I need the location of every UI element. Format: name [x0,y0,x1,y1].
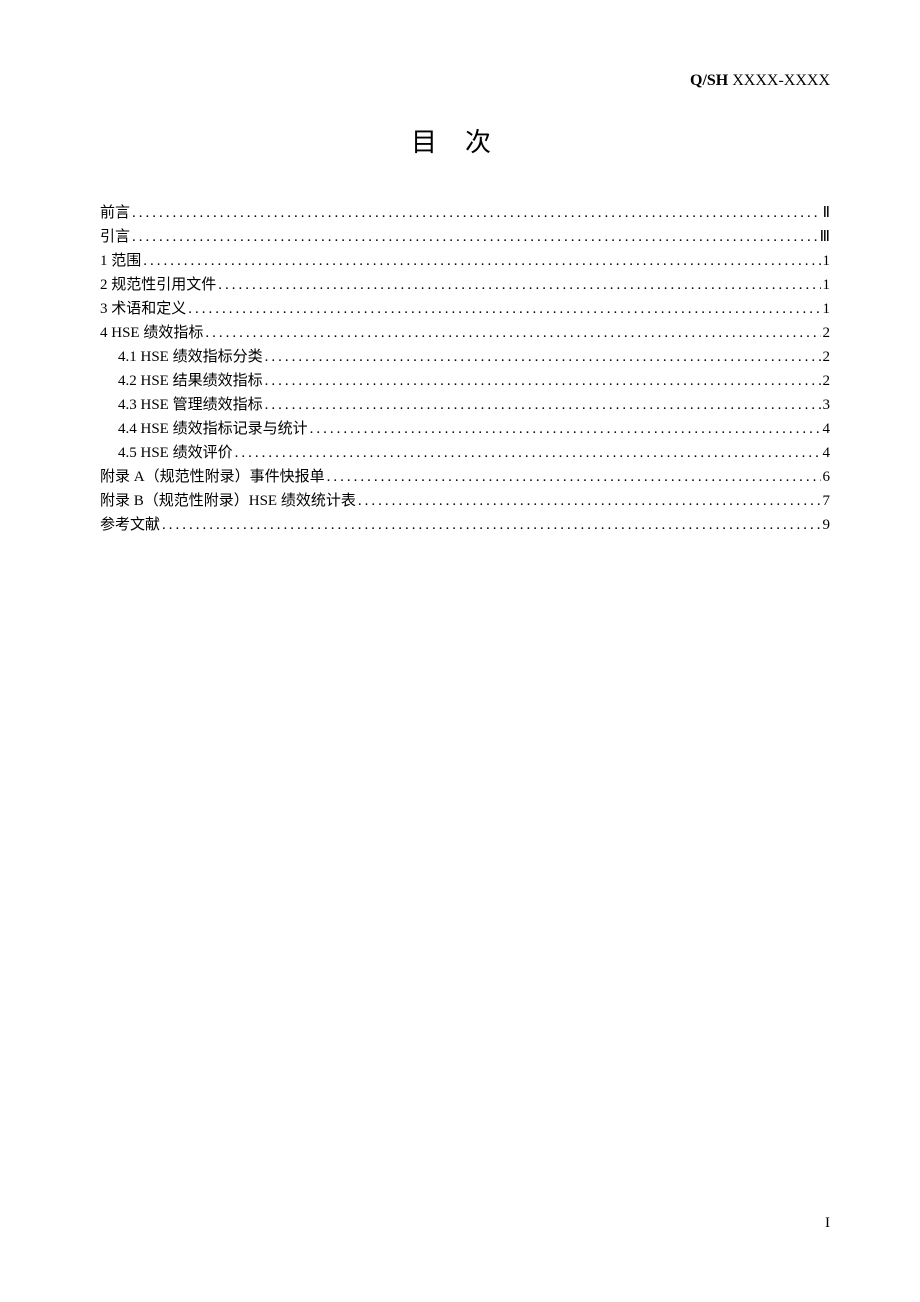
toc-leader-dots [205,321,820,345]
toc-leader-dots [162,513,820,537]
toc-entry: 4.1 HSE 绩效指标分类 2 [100,345,830,369]
toc-entry: 4 HSE 绩效指标 2 [100,321,830,345]
toc-entry: 4.4 HSE 绩效指标记录与统计 4 [100,417,830,441]
toc-entry-label: 附录 B（规范性附录）HSE 绩效统计表 [100,489,356,513]
toc-entry-label: 2 规范性引用文件 [100,273,216,297]
toc-entry-label: 4.4 HSE 绩效指标记录与统计 [118,417,308,441]
code-suffix: XXXX-XXXX [728,72,830,89]
toc-leader-dots [132,225,818,249]
toc-entry-page: 9 [823,513,831,537]
toc-entry-page: 7 [823,489,831,513]
toc-entry-label: 4.2 HSE 结果绩效指标 [118,369,263,393]
toc-entry-page: 2 [823,321,831,345]
toc-entry-label: 前言 [100,201,130,225]
toc-leader-dots [132,201,821,225]
toc-leader-dots [235,441,821,465]
toc-entry-label: 附录 A（规范性附录）事件快报单 [100,465,325,489]
toc-leader-dots [265,369,821,393]
toc-entry-page: 6 [823,465,831,489]
toc-leader-dots [218,273,820,297]
toc-leader-dots [265,393,821,417]
toc-entry-label: 4.5 HSE 绩效评价 [118,441,233,465]
toc-entry-page: Ⅲ [820,225,830,249]
toc-entry-page: 1 [823,273,831,297]
page-number: I [825,1215,830,1232]
toc-leader-dots [188,297,820,321]
toc-entry-label: 4 HSE 绩效指标 [100,321,203,345]
toc-entry-page: 4 [823,417,831,441]
toc-leader-dots [143,249,820,273]
toc-leader-dots [265,345,821,369]
toc-entry: 2 规范性引用文件 1 [100,273,830,297]
toc-entry-page: 4 [823,441,831,465]
toc-entry: 前言 Ⅱ [100,201,830,225]
toc-entry: 引言 Ⅲ [100,225,830,249]
toc-entry-page: Ⅱ [823,201,830,225]
toc-title: 目次 [100,122,830,159]
toc-entry: 1 范围 1 [100,249,830,273]
toc-entry: 4.3 HSE 管理绩效指标 3 [100,393,830,417]
toc-entry-label: 参考文献 [100,513,160,537]
table-of-contents: 前言Ⅱ引言Ⅲ1 范围12 规范性引用文件13 术语和定义14 HSE 绩效指标 … [100,201,830,537]
toc-entry-page: 1 [823,297,831,321]
toc-entry-label: 3 术语和定义 [100,297,186,321]
toc-entry-page: 3 [823,393,831,417]
toc-entry: 附录 A（规范性附录）事件快报单 6 [100,465,830,489]
toc-entry-label: 引言 [100,225,130,249]
toc-entry: 附录 B（规范性附录）HSE 绩效统计表 7 [100,489,830,513]
toc-entry-label: 1 范围 [100,249,141,273]
toc-entry-label: 4.1 HSE 绩效指标分类 [118,345,263,369]
toc-entry-page: 1 [823,249,831,273]
document-code: Q/SH XXXX-XXXX [690,72,830,90]
code-prefix: Q/SH [690,72,728,89]
toc-leader-dots [327,465,821,489]
toc-entry: 3 术语和定义 1 [100,297,830,321]
toc-leader-dots [310,417,821,441]
toc-entry-page: 2 [823,369,831,393]
toc-entry: 参考文献 9 [100,513,830,537]
toc-entry-label: 4.3 HSE 管理绩效指标 [118,393,263,417]
toc-entry: 4.5 HSE 绩效评价 4 [100,441,830,465]
toc-entry-page: 2 [823,345,831,369]
page: Q/SH XXXX-XXXX 目次 前言Ⅱ引言Ⅲ1 范围12 规范性引用文件13… [0,0,920,1302]
toc-leader-dots [358,489,821,513]
toc-entry: 4.2 HSE 结果绩效指标 2 [100,369,830,393]
